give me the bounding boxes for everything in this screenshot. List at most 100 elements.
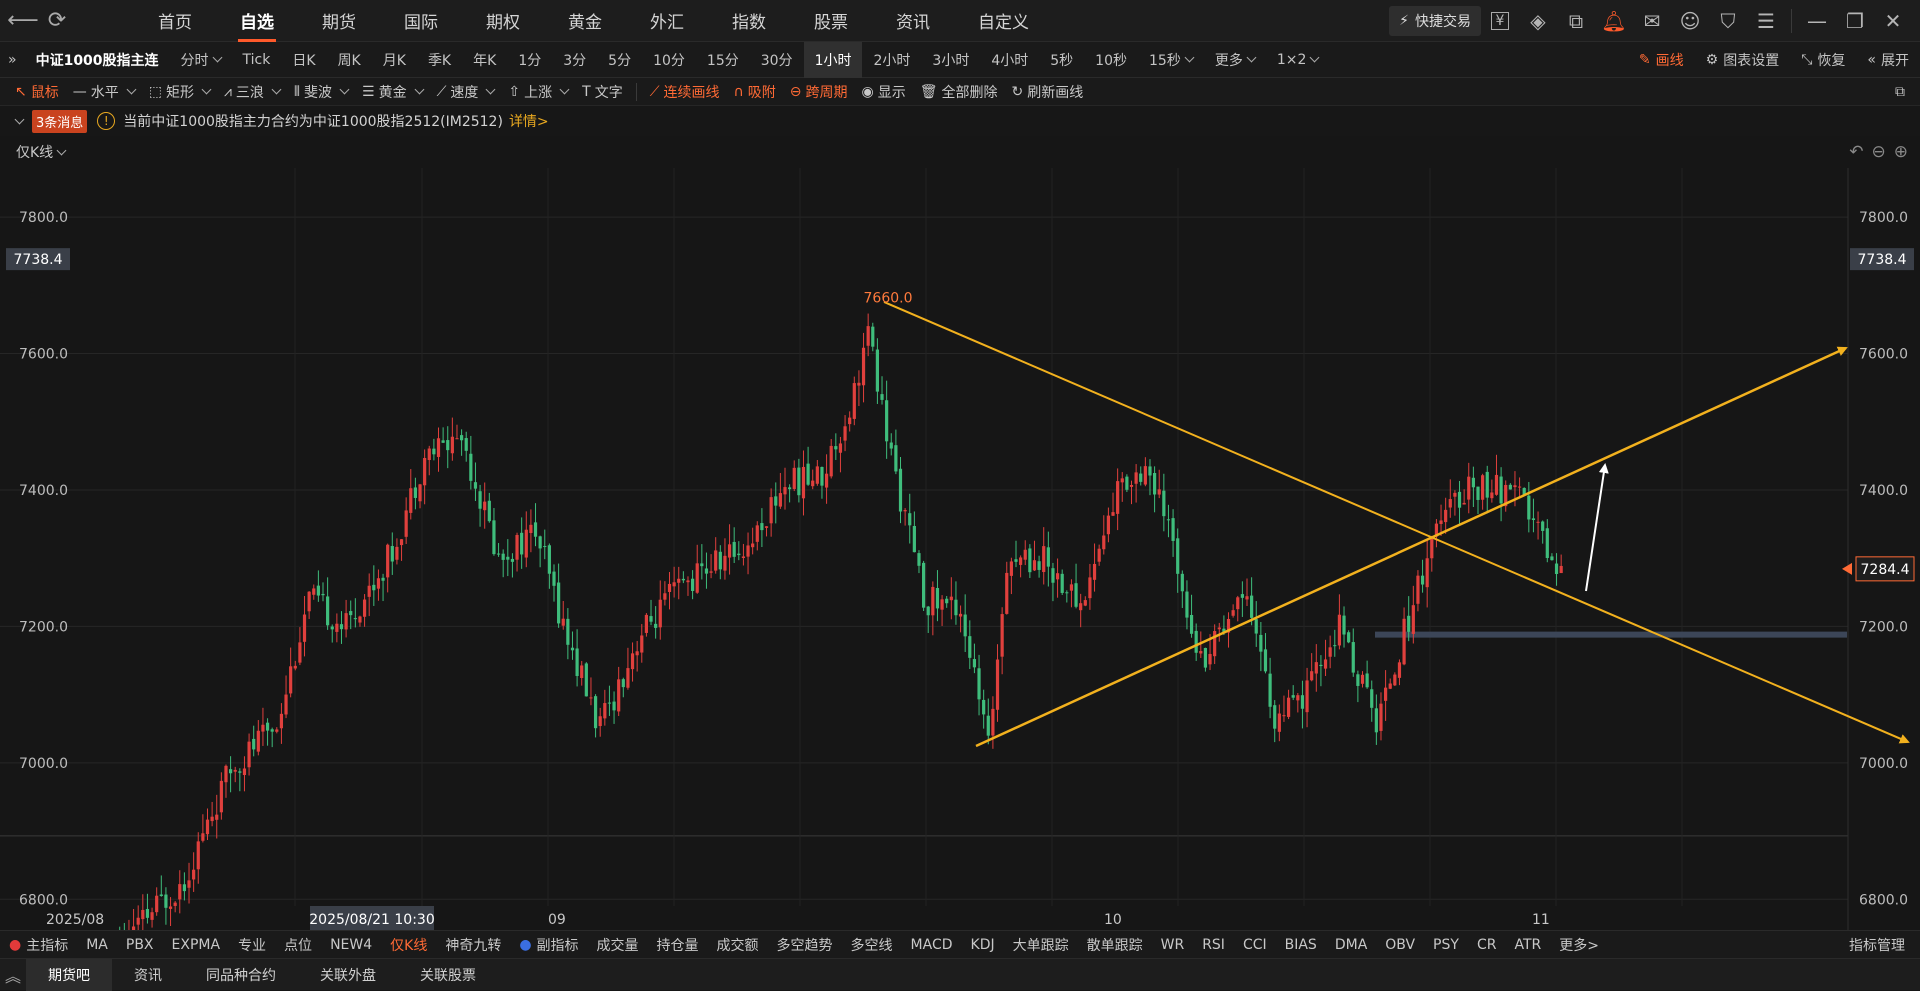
user-icon[interactable]: ☺ xyxy=(1671,0,1709,42)
period-20[interactable]: 更多 xyxy=(1204,42,1266,78)
tab-same-variety[interactable]: 同品种合约 xyxy=(184,959,298,991)
period-5[interactable]: 季K xyxy=(417,42,462,78)
period-7[interactable]: 1分 xyxy=(507,42,552,78)
period-9[interactable]: 5分 xyxy=(597,42,642,78)
period-11[interactable]: 15分 xyxy=(696,42,750,78)
ind-new4[interactable]: NEW4 xyxy=(321,931,381,959)
tool-three-wave[interactable]: ⩘ 三浪 xyxy=(217,78,287,106)
refresh-icon[interactable]: ⟳ xyxy=(40,4,74,38)
menu-icon[interactable]: ☰ xyxy=(1747,0,1785,42)
period-6[interactable]: 年K xyxy=(462,42,507,78)
ind-bigorder[interactable]: 大单跟踪 xyxy=(1004,931,1078,959)
message-count-badge[interactable]: 3条消息 xyxy=(32,109,88,133)
tab-related-external[interactable]: 关联外盘 xyxy=(298,959,398,991)
nav-tab-8[interactable]: 股票 xyxy=(790,0,872,42)
layers-icon[interactable]: ◈ xyxy=(1519,0,1557,42)
show-toggle[interactable]: ◉ 显示 xyxy=(855,78,913,106)
ind-dianwei[interactable]: 点位 xyxy=(275,931,321,959)
nav-tab-2[interactable]: 期货 xyxy=(298,0,380,42)
ind-dma[interactable]: DMA xyxy=(1326,931,1376,959)
collapse-icon[interactable]: » xyxy=(0,42,25,78)
expand-button[interactable]: « 展开 xyxy=(1856,42,1920,78)
indicator-manage-button[interactable]: 指标管理 xyxy=(1840,931,1914,959)
up-arrow-annotation[interactable] xyxy=(1585,463,1609,592)
undo-icon[interactable]: ↶ xyxy=(1849,142,1863,162)
restore-icon[interactable]: ❐ xyxy=(1836,0,1874,42)
nav-tab-5[interactable]: 黄金 xyxy=(544,0,626,42)
mail-icon[interactable]: ✉ xyxy=(1633,0,1671,42)
ind-ma[interactable]: MA xyxy=(77,931,117,959)
quick-trade-button[interactable]: ⚡ 快捷交易 xyxy=(1389,5,1481,36)
sub-indicator-label[interactable]: ● 副指标 xyxy=(510,931,587,959)
tool-speed[interactable]: ⟋ 速度 xyxy=(430,78,502,106)
ind-pro[interactable]: 专业 xyxy=(229,931,275,959)
shirt-icon[interactable]: ⛉ xyxy=(1709,0,1747,42)
yuan-icon[interactable]: ¥ xyxy=(1481,0,1519,42)
ktype-select[interactable]: 仅K线 xyxy=(16,142,67,162)
period-21[interactable]: 1×2 xyxy=(1266,42,1330,78)
ind-pbx[interactable]: PBX xyxy=(117,931,163,959)
tool-text[interactable]: T 文字 xyxy=(575,78,630,106)
nav-tab-6[interactable]: 外汇 xyxy=(626,0,708,42)
tool-golden[interactable]: ☰ 黄金 xyxy=(355,78,430,106)
tool-rectangle[interactable]: ⬚ 矩形 xyxy=(142,78,217,106)
ind-cci[interactable]: CCI xyxy=(1234,931,1276,959)
tab-related-stocks[interactable]: 关联股票 xyxy=(398,959,498,991)
ind-obv[interactable]: OBV xyxy=(1376,931,1424,959)
period-12[interactable]: 30分 xyxy=(750,42,804,78)
window-icon[interactable]: ⧉ xyxy=(1888,78,1912,106)
nav-tab-10[interactable]: 自定义 xyxy=(954,0,1053,42)
support-band[interactable] xyxy=(1375,631,1847,638)
ind-shenqi[interactable]: 神奇九转 xyxy=(436,931,510,959)
ind-expma[interactable]: EXPMA xyxy=(163,931,230,959)
nav-tab-3[interactable]: 国际 xyxy=(380,0,462,42)
ind-cr[interactable]: CR xyxy=(1468,931,1506,959)
tool-horizontal[interactable]: — 水平 xyxy=(66,78,142,106)
tool-mouse[interactable]: ↖ 鼠标 xyxy=(8,78,66,106)
period-10[interactable]: 10分 xyxy=(642,42,696,78)
period-1[interactable]: Tick xyxy=(232,42,282,78)
nav-tab-4[interactable]: 期权 xyxy=(462,0,544,42)
ind-more[interactable]: 更多> xyxy=(1550,931,1608,959)
detail-link[interactable]: 详情> xyxy=(509,111,549,131)
chevron-down-icon[interactable] xyxy=(10,114,25,124)
nav-tab-0[interactable]: 首页 xyxy=(134,0,216,42)
chart-settings-button[interactable]: ⚙ 图表设置 xyxy=(1695,42,1791,78)
period-0[interactable]: 分时 xyxy=(170,42,232,78)
back-icon[interactable]: ⟵ xyxy=(6,4,40,38)
ind-retail[interactable]: 散单跟踪 xyxy=(1078,931,1152,959)
period-8[interactable]: 3分 xyxy=(552,42,597,78)
refresh-lines-button[interactable]: ↻ 刷新画线 xyxy=(1005,78,1091,106)
period-16[interactable]: 4小时 xyxy=(980,42,1039,78)
nav-tab-7[interactable]: 指数 xyxy=(708,0,790,42)
bell-icon[interactable]: 🔔︎ xyxy=(1595,0,1633,42)
period-19[interactable]: 15秒 xyxy=(1138,42,1204,78)
zoom-in-icon[interactable]: ⊕ xyxy=(1894,142,1908,162)
main-indicator-label[interactable]: ● 主指标 xyxy=(0,931,77,959)
ind-trend[interactable]: 多空趋势 xyxy=(768,931,842,959)
continuous-draw-toggle[interactable]: ⟋ 连续画线 xyxy=(643,78,727,106)
ind-macd[interactable]: MACD xyxy=(902,931,962,959)
symbol-name[interactable]: 中证1000股指主连 xyxy=(25,42,170,78)
draw-button[interactable]: ✎ 画线 xyxy=(1628,42,1695,78)
minimize-icon[interactable]: — xyxy=(1798,0,1836,42)
ind-turnover[interactable]: 成交额 xyxy=(708,931,768,959)
zoom-out-icon[interactable]: ⊖ xyxy=(1872,142,1886,162)
nav-tab-9[interactable]: 资讯 xyxy=(872,0,954,42)
popout-icon[interactable]: ⧉ xyxy=(1557,0,1595,42)
ind-atr[interactable]: ATR xyxy=(1505,931,1550,959)
ind-bias[interactable]: BIAS xyxy=(1276,931,1326,959)
ind-bullbear[interactable]: 多空线 xyxy=(842,931,902,959)
ind-oi[interactable]: 持仓量 xyxy=(648,931,708,959)
period-4[interactable]: 月K xyxy=(372,42,417,78)
kline-chart[interactable]: 7800.0 7800.0 7600.0 7600.0 7400.0 7400.0 7200… xyxy=(0,168,1920,930)
ind-psy[interactable]: PSY xyxy=(1424,931,1468,959)
ind-volume[interactable]: 成交量 xyxy=(588,931,648,959)
tool-fibonacci[interactable]: ⦀ 斐波 xyxy=(287,78,355,106)
ascending-trendline[interactable] xyxy=(975,346,1848,748)
period-3[interactable]: 周K xyxy=(327,42,372,78)
ind-kline-only[interactable]: 仅K线 xyxy=(381,931,436,959)
tab-futures-forum[interactable]: 期货吧 xyxy=(26,958,112,991)
tool-rise[interactable]: ⇧ 上涨 xyxy=(501,78,575,106)
period-15[interactable]: 3小时 xyxy=(921,42,980,78)
